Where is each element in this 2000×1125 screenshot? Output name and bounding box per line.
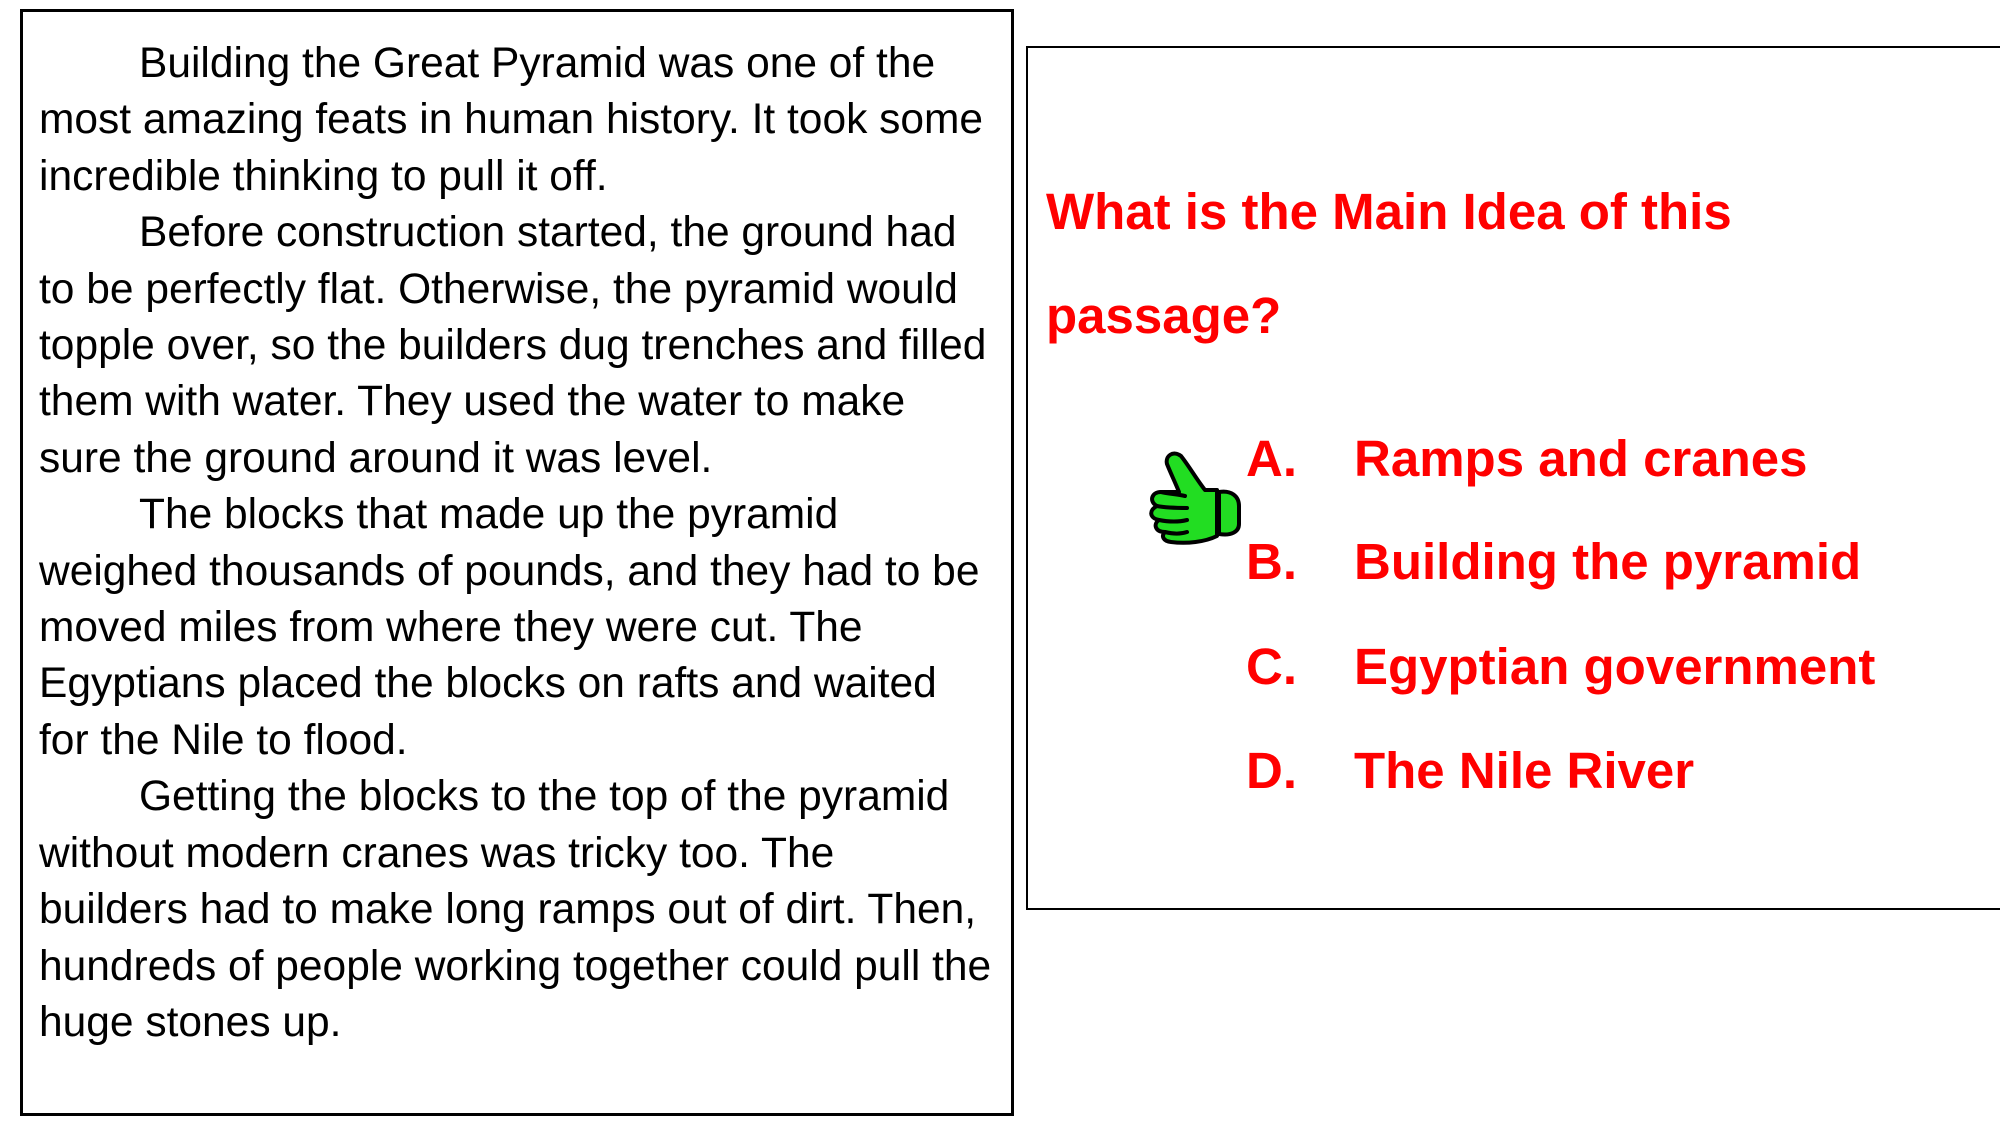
option-text: The Nile River <box>1354 742 1695 799</box>
passage-paragraph: Before construction started, the ground … <box>39 209 987 482</box>
option-letter: B. <box>1246 533 1297 590</box>
reading-passage: Building the Great Pyramid was one of th… <box>20 9 1014 1116</box>
passage-paragraph: Getting the blocks to the top of the pyr… <box>39 773 992 1046</box>
answer-option-b[interactable]: B. Building the pyramid <box>1246 532 1861 592</box>
answer-option-d[interactable]: D. The Nile River <box>1246 741 1694 801</box>
option-text: Egyptian government <box>1354 638 1876 695</box>
option-text: Ramps and cranes <box>1354 430 1808 487</box>
question-prompt: What is the Main Idea of this passage? <box>1046 183 1732 344</box>
passage-paragraph: The blocks that made up the pyramid weig… <box>39 491 980 764</box>
option-letter: C. <box>1246 638 1297 695</box>
answer-option-c[interactable]: C. Egyptian government <box>1246 637 1875 697</box>
option-letter: A. <box>1246 430 1297 487</box>
answer-option-a[interactable]: A. Ramps and cranes <box>1246 429 1808 489</box>
thumbs-up-icon <box>1149 451 1241 545</box>
option-text: Building the pyramid <box>1354 533 1862 590</box>
option-letter: D. <box>1246 742 1297 799</box>
passage-paragraph: Building the Great Pyramid was one of th… <box>39 40 984 200</box>
